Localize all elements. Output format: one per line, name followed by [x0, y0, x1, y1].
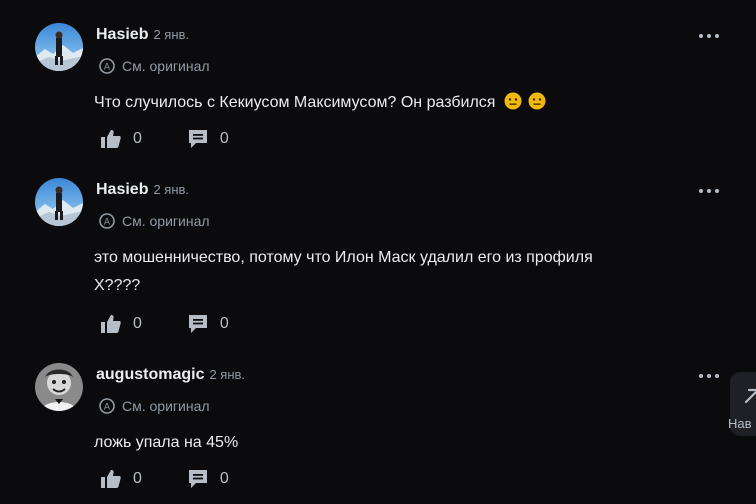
comment-text: ложь упала на 45% — [94, 429, 654, 457]
navigation-widget[interactable]: Нав — [728, 372, 756, 436]
reply-button[interactable]: 0 — [188, 129, 229, 149]
reply-count: 0 — [219, 470, 229, 487]
author-link[interactable]: Hasieb — [96, 26, 148, 43]
neutral-face-emoji-icon — [504, 92, 522, 120]
comment-date: 2 янв. — [153, 182, 190, 197]
reply-button[interactable]: 0 — [188, 314, 229, 334]
avatar[interactable] — [35, 178, 83, 226]
reply-count: 0 — [219, 130, 229, 147]
bw-portrait-avatar-icon — [35, 363, 83, 411]
more-dot — [699, 189, 703, 193]
comment-actions: 0 0 — [101, 314, 229, 334]
more-dot — [699, 34, 703, 38]
comment-actions: 0 0 — [101, 469, 229, 489]
see-original-link[interactable]: A См. оригинал — [98, 212, 210, 230]
neutral-face-emoji-icon — [528, 92, 546, 120]
more-dot — [715, 34, 719, 38]
comment-date: 2 янв. — [153, 27, 190, 42]
author-name[interactable]: augustomagic 2 янв. — [96, 366, 245, 384]
author-link[interactable]: augustomagic — [96, 366, 204, 383]
avatar[interactable] — [35, 23, 83, 71]
comment-text: это мошенничество, потому что Илон Маск … — [94, 244, 639, 300]
like-count: 0 — [133, 130, 142, 147]
comment-actions: 0 0 — [101, 129, 229, 149]
mountain-person-avatar-icon — [35, 178, 83, 226]
comment-text: Что случилось с Кекиусом Максимусом? Он … — [94, 89, 654, 120]
svg-text:A: A — [104, 63, 111, 73]
comment-1: Hasieb 2 янв. A См. оригинал Что случилос… — [0, 23, 756, 163]
translate-icon: A — [99, 398, 115, 414]
more-options-button[interactable] — [699, 31, 719, 41]
more-dot — [715, 374, 719, 378]
thumbs-up-icon — [101, 470, 121, 488]
like-button[interactable]: 0 — [101, 130, 142, 148]
arrow-up-right-icon — [744, 388, 756, 404]
more-dot — [715, 189, 719, 193]
more-dot — [707, 189, 711, 193]
thumbs-up-icon — [101, 315, 121, 333]
more-dot — [707, 34, 711, 38]
see-original-label: См. оригинал — [122, 213, 210, 229]
comment-icon — [188, 470, 207, 488]
navigation-label: Нав — [728, 416, 752, 431]
comment-text-content: это мошенничество, потому что Илон Маск … — [94, 249, 593, 294]
reply-button[interactable]: 0 — [188, 469, 229, 489]
more-dot — [707, 374, 711, 378]
mountain-person-avatar-icon — [35, 23, 83, 71]
see-original-link[interactable]: A См. оригинал — [98, 57, 210, 75]
see-original-link[interactable]: A См. оригинал — [98, 397, 210, 415]
translate-icon: A — [99, 58, 115, 74]
like-button[interactable]: 0 — [101, 315, 142, 333]
comment-icon — [188, 315, 207, 333]
like-button[interactable]: 0 — [101, 470, 142, 488]
svg-text:A: A — [104, 218, 111, 228]
comment-text-content: ложь упала на 45% — [94, 434, 239, 451]
thumbs-up-icon — [101, 130, 121, 148]
avatar[interactable] — [35, 363, 83, 411]
translate-icon: A — [99, 213, 115, 229]
more-options-button[interactable] — [699, 186, 719, 196]
comment-text-content: Что случилось с Кекиусом Максимусом? Он … — [94, 94, 496, 111]
comment-3: augustomagic 2 янв. A См. оригинал ложь у… — [0, 363, 756, 498]
more-dot — [699, 374, 703, 378]
see-original-label: См. оригинал — [122, 398, 210, 414]
reply-count: 0 — [219, 315, 229, 332]
author-name[interactable]: Hasieb 2 янв. — [96, 181, 189, 199]
see-original-label: См. оригинал — [122, 58, 210, 74]
author-name[interactable]: Hasieb 2 янв. — [96, 26, 189, 44]
author-link[interactable]: Hasieb — [96, 181, 148, 198]
comment-date: 2 янв. — [209, 367, 246, 382]
like-count: 0 — [133, 470, 142, 487]
comment-icon — [188, 130, 207, 148]
more-options-button[interactable] — [699, 371, 719, 381]
comment-2: Hasieb 2 янв. A См. оригинал это мошеннич… — [0, 178, 756, 338]
like-count: 0 — [133, 315, 142, 332]
svg-text:A: A — [104, 403, 111, 413]
